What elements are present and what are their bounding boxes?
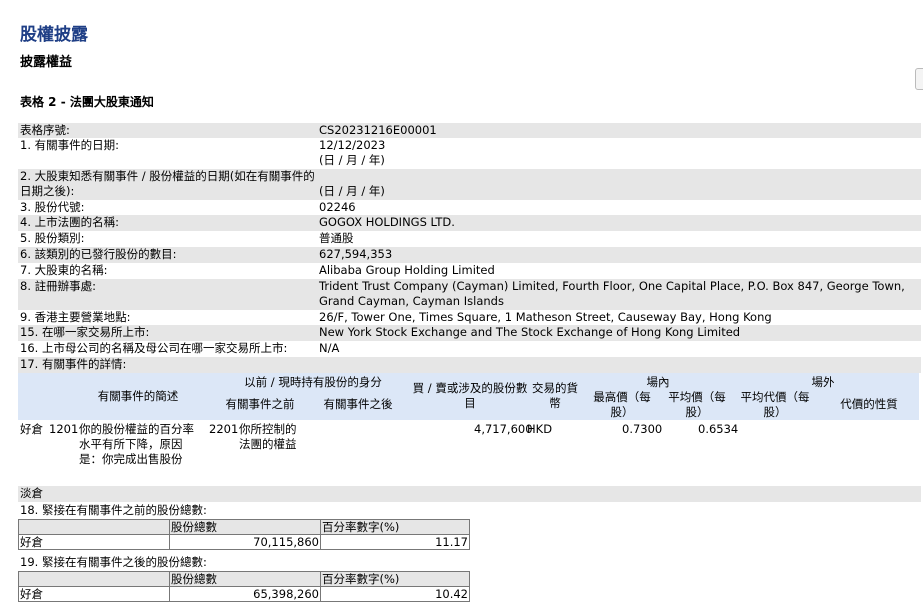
field-exchange: 15. 在哪一家交易所上市: New York Stock Exchange a… bbox=[18, 325, 921, 341]
col-off-exchange: 場外 bbox=[811, 375, 835, 389]
col-total-shares: 股份總數 bbox=[169, 571, 321, 587]
field-share-class: 5. 股份類別: 普通股 bbox=[18, 231, 921, 247]
field-event-date: 1. 有關事件的日期: 12/12/2023 (日 / 月 / 年) bbox=[18, 138, 921, 169]
short-position-row: 淡倉 bbox=[18, 486, 921, 502]
field-value: 627,594,353 bbox=[319, 247, 393, 261]
col-percentage: 百分率數字(%) bbox=[320, 571, 470, 587]
col-currency: 交易的貨幣 bbox=[532, 381, 578, 410]
form-title: 表格 2 - 法團大股東通知 bbox=[20, 95, 154, 109]
field-value: 26/F, Tower One, Times Square, 1 Matheso… bbox=[319, 310, 772, 324]
percentage: 11.17 bbox=[320, 534, 470, 550]
field-label: 2. 大股東知悉有關事件 / 股份權益的日期(如在有關事件的日期之後): bbox=[20, 169, 315, 198]
event-description: 你的股份權益的百分率水平有所下降，原因是：你完成出售股份 bbox=[79, 422, 194, 466]
total-shares: 65,398,260 bbox=[169, 586, 321, 602]
section-19-title: 19. 緊接在有關事件之後的股份總數: bbox=[20, 555, 207, 569]
field-label: 3. 股份代號: bbox=[20, 200, 85, 214]
field-label: 8. 註冊辦事處: bbox=[20, 279, 97, 293]
field-shareholder-name: 7. 大股東的名稱: Alibaba Group Holding Limited bbox=[18, 263, 921, 279]
field-value: N/A bbox=[319, 341, 340, 355]
col-nature: 代價的性質 bbox=[840, 397, 898, 411]
field-aware-date: 2. 大股東知悉有關事件 / 股份權益的日期(如在有關事件的日期之後): (日 … bbox=[18, 169, 921, 200]
field-note: (日 / 月 / 年) bbox=[319, 153, 385, 167]
side-scroll-handle[interactable] bbox=[915, 68, 923, 90]
field-label: 5. 股份類別: bbox=[20, 231, 85, 245]
high-price: 0.7300 bbox=[622, 422, 663, 436]
field-value: 普通股 bbox=[319, 231, 354, 245]
page-title: 股權披露 bbox=[20, 25, 88, 45]
field-registered-office: 8. 註冊辦事處: Trident Trust Company (Cayman)… bbox=[18, 279, 921, 310]
field-label: 6. 該類別的已發行股份的數目: bbox=[20, 247, 177, 261]
field-value: 02246 bbox=[319, 200, 356, 214]
field-event-details: 17. 有關事件的詳情: bbox=[18, 357, 921, 373]
row-label: 好倉 bbox=[18, 586, 170, 602]
shares-involved: 4,717,600 bbox=[474, 422, 533, 436]
field-value: New York Stock Exchange and The Stock Ex… bbox=[319, 325, 741, 339]
event-table-header: 有關事件的簡述 以前 / 現時持有股份的身分 有關事件之前 有關事件之後 買 /… bbox=[18, 373, 919, 420]
event-code: 1201 bbox=[49, 422, 79, 436]
field-label: 17. 有關事件的詳情: bbox=[20, 357, 127, 371]
currency: HKD bbox=[527, 422, 553, 436]
col-held: 以前 / 現時持有股份的身分 bbox=[244, 375, 382, 389]
section-18-table: 股份總數 百分率數字(%) 好倉 70,115,860 11.17 bbox=[18, 519, 470, 550]
avg-price: 0.6534 bbox=[698, 422, 739, 436]
col-avg-price: 平均價（每股） bbox=[668, 390, 726, 419]
capacity-description: 你所控制的法團的權益 bbox=[239, 422, 297, 451]
field-issued-shares: 6. 該類別的已發行股份的數目: 627,594,353 bbox=[18, 247, 921, 263]
col-total-shares: 股份總數 bbox=[169, 519, 321, 535]
field-company-name: 4. 上市法團的名稱: GOGOX HOLDINGS LTD. bbox=[18, 215, 921, 231]
col-avg-consideration: 平均代價（每股） bbox=[740, 390, 810, 419]
field-label: 9. 香港主要營業地點: bbox=[20, 310, 131, 324]
col-high-price: 最高價（每股） bbox=[593, 390, 651, 419]
page-subtitle: 披露權益 bbox=[20, 55, 73, 70]
field-value: Trident Trust Company (Cayman) Limited, … bbox=[319, 279, 905, 308]
section-19-table: 股份總數 百分率數字(%) 好倉 65,398,260 10.42 bbox=[18, 571, 470, 602]
field-value: GOGOX HOLDINGS LTD. bbox=[319, 215, 455, 229]
total-shares: 70,115,860 bbox=[169, 534, 321, 550]
field-label: 7. 大股東的名稱: bbox=[20, 263, 108, 277]
field-label: 1. 有關事件的日期: bbox=[20, 138, 120, 152]
position-type: 好倉 bbox=[20, 422, 43, 436]
col-before: 有關事件之前 bbox=[225, 397, 295, 411]
row-label: 好倉 bbox=[18, 534, 170, 550]
field-label: 4. 上市法團的名稱: bbox=[20, 215, 120, 229]
field-stock-code: 3. 股份代號: 02246 bbox=[18, 200, 921, 215]
empty-cell bbox=[18, 571, 170, 587]
field-label: 16. 上市母公司的名稱及母公司在哪一家交易所上市: bbox=[20, 341, 288, 355]
col-shares: 買 / 賣或涉及的股份數目 bbox=[412, 381, 528, 410]
col-percentage: 百分率數字(%) bbox=[320, 519, 470, 535]
col-on-exchange: 場內 bbox=[646, 375, 670, 389]
field-label: 表格序號: bbox=[20, 123, 70, 137]
col-after: 有關事件之後 bbox=[323, 397, 393, 411]
empty-cell bbox=[18, 519, 170, 535]
percentage: 10.42 bbox=[320, 586, 470, 602]
section-18-title: 18. 緊接在有關事件之前的股份總數: bbox=[20, 503, 207, 517]
field-value: Alibaba Group Holding Limited bbox=[319, 263, 495, 277]
capacity-code: 2201 bbox=[209, 422, 239, 436]
field-note: (日 / 月 / 年) bbox=[319, 184, 385, 198]
field-label: 15. 在哪一家交易所上市: bbox=[20, 325, 150, 339]
field-parent-company: 16. 上市母公司的名稱及母公司在哪一家交易所上市: N/A bbox=[18, 341, 921, 357]
short-position-label: 淡倉 bbox=[20, 486, 43, 500]
field-value: 12/12/2023 bbox=[319, 138, 386, 152]
col-description: 有關事件的簡述 bbox=[97, 389, 179, 403]
field-hk-address: 9. 香港主要營業地點: 26/F, Tower One, Times Squa… bbox=[18, 310, 921, 325]
field-value: CS20231216E00001 bbox=[319, 123, 437, 137]
field-form-serial: 表格序號: CS20231216E00001 bbox=[18, 123, 921, 138]
